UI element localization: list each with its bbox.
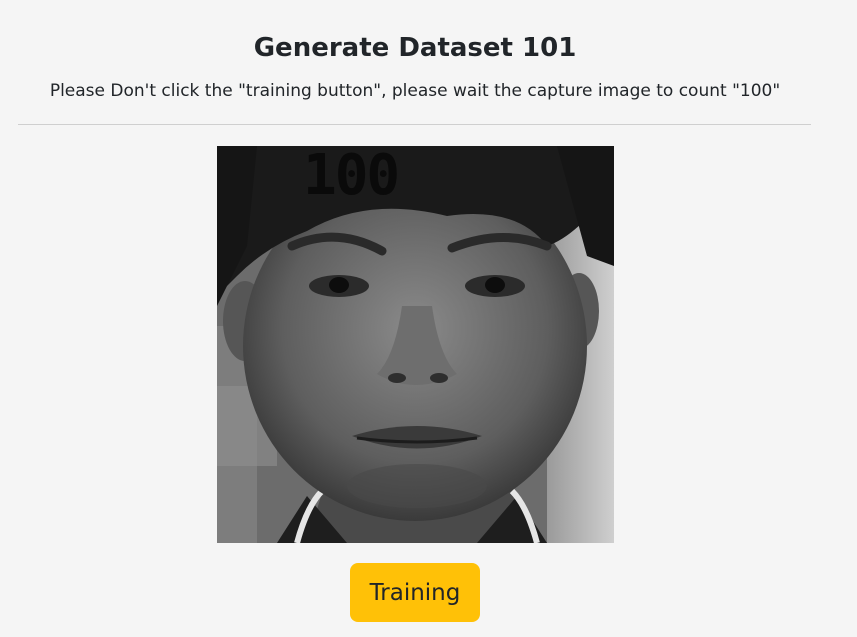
face-capture-graphic [217,146,614,543]
page-title: Generate Dataset 101 [253,33,577,63]
instruction-text: Please Don't click the "training button"… [49,81,781,101]
divider [18,124,811,125]
training-button[interactable]: Training [350,563,480,622]
capture-image: 100 [217,146,614,543]
capture-count: 100 [303,146,400,208]
